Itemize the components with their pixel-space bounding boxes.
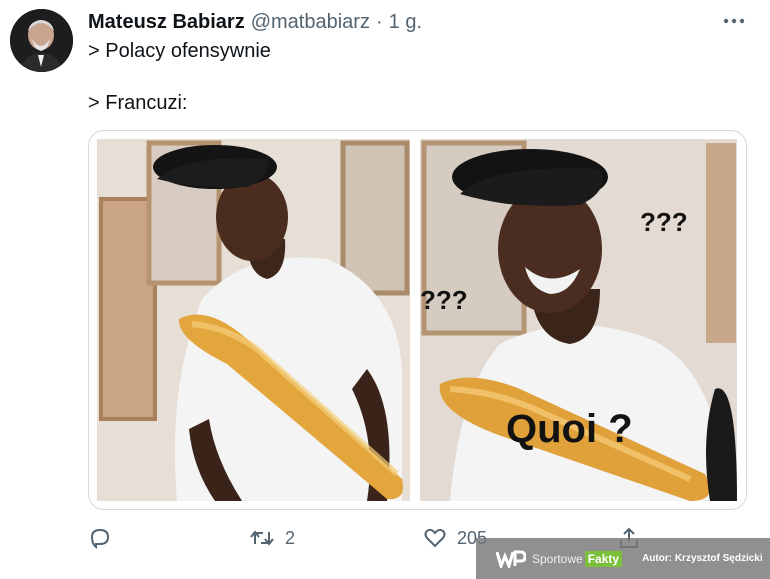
tweet-text-line-2: > Francuzi:: [88, 92, 188, 114]
reply-icon: [88, 526, 112, 550]
meme-panel-right: ??? ??? Quoi ?: [420, 139, 737, 501]
question-marks-left: ???: [420, 285, 468, 315]
question-marks-right: ???: [640, 207, 688, 237]
tweet-media[interactable]: ??? ??? Quoi ?: [88, 130, 747, 510]
wp-logo-icon: [496, 550, 526, 568]
retweet-button[interactable]: 2: [249, 520, 295, 556]
watermark-author: Autor: Krzysztof Sędzicki: [642, 553, 763, 564]
retweet-icon: [249, 526, 275, 550]
separator-dot: ·: [375, 10, 383, 33]
more-icon[interactable]: [720, 8, 748, 34]
tweet-text-line-1: > Polacy ofensywnie: [88, 40, 271, 62]
like-icon: [423, 526, 447, 550]
avatar-image: [10, 9, 73, 72]
watermark-brand-left: Sportowe: [532, 551, 583, 566]
meme-panel-left: [97, 139, 410, 501]
timestamp[interactable]: 1 g.: [389, 11, 422, 34]
retweet-count: 2: [285, 527, 296, 548]
tweet-header: Mateusz Babiarz @matbabiarz · 1 g.: [88, 9, 422, 35]
quoi-caption: Quoi ?: [506, 407, 633, 451]
author-name[interactable]: Mateusz Babiarz: [88, 11, 245, 34]
avatar[interactable]: [10, 9, 73, 72]
watermark: Sportowe Fakty Autor: Krzysztof Sędzicki: [476, 538, 770, 579]
author-handle[interactable]: @matbabiarz: [251, 11, 370, 34]
reply-button[interactable]: [88, 520, 122, 556]
watermark-brand-right: Fakty: [584, 550, 623, 567]
